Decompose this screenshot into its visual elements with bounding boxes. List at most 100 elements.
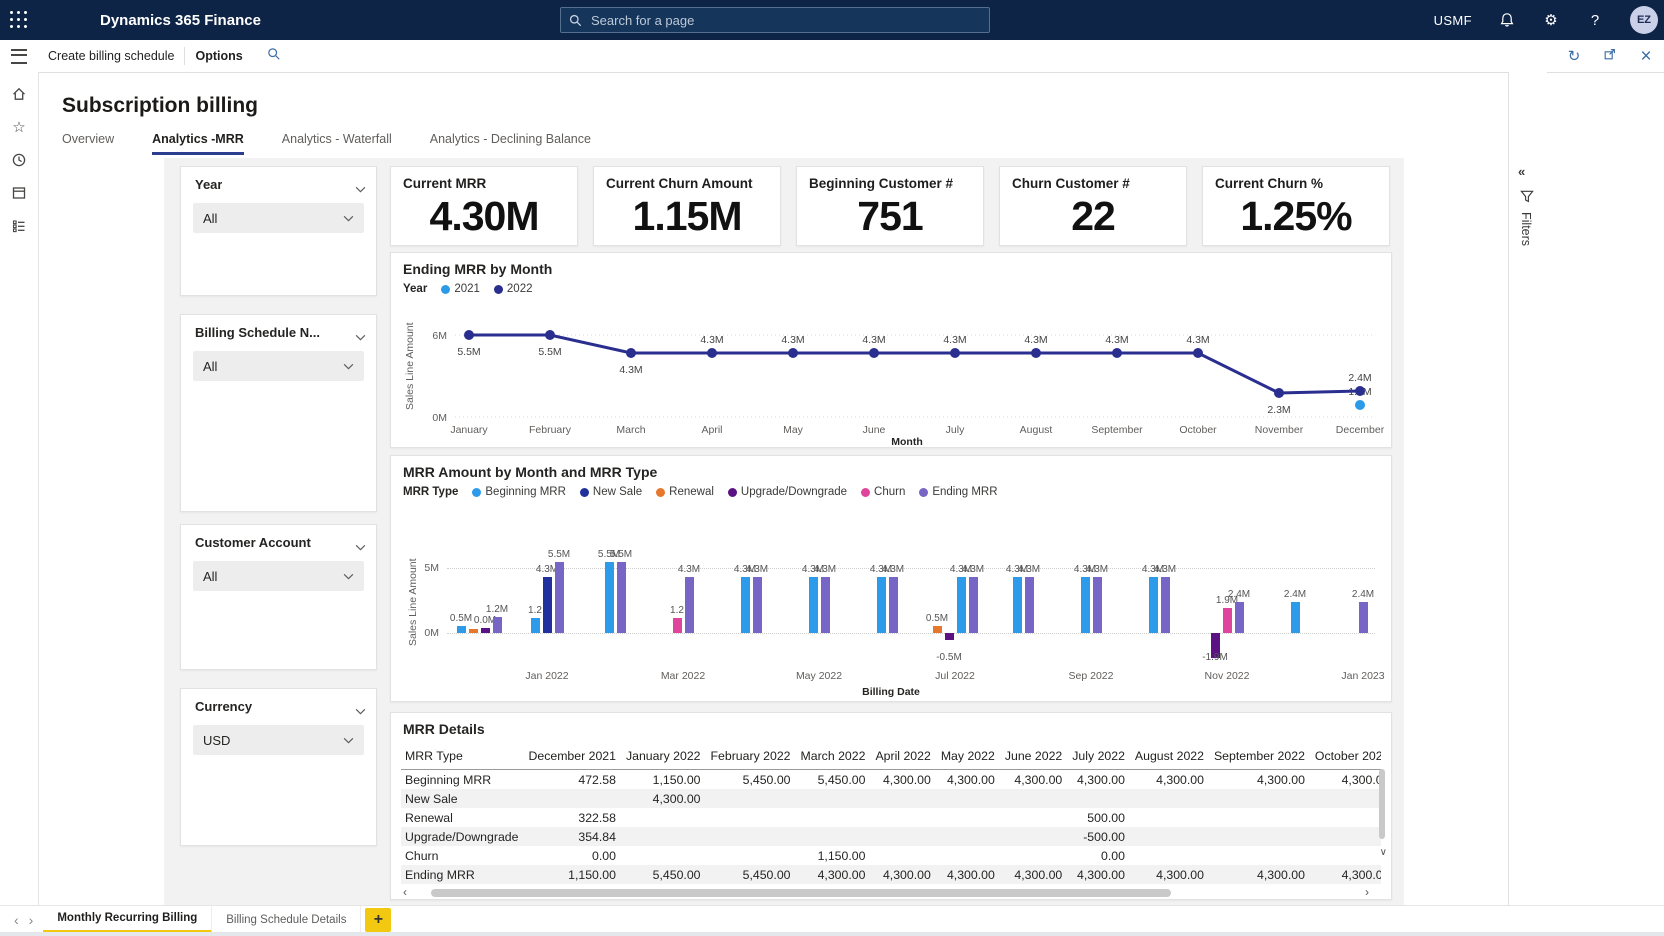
bar-ending-sep-2022[interactable] [1093,577,1102,633]
table-row-ending-mrr[interactable]: Ending MRR1,150.005,450.005,450.004,300.… [401,865,1381,884]
column-header-june-2022[interactable]: June 2022 [1005,745,1072,770]
filter-funnel-icon[interactable] [1520,190,1534,208]
bar-new_sale-jan-2022[interactable] [543,577,552,633]
table-row-upgrade-downgrade[interactable]: Upgrade/Downgrade354.84-500.00 [401,827,1381,846]
slicer-dropdown-currency[interactable]: USD [193,725,364,755]
add-sheet-button[interactable]: + [365,908,391,932]
bar-beginning-oct-2022[interactable] [1149,577,1158,633]
action-search-icon[interactable] [267,47,281,66]
bar-beginning-jun-2022[interactable] [877,577,886,633]
table-vertical-scrollbar[interactable] [1379,769,1385,839]
table-scroll-left-icon[interactable]: ‹ [403,885,407,899]
refresh-icon[interactable]: ↻ [1564,47,1584,65]
company-selector[interactable]: USMF [1434,13,1472,28]
column-header-february-2022[interactable]: February 2022 [711,745,801,770]
sheet-next-icon[interactable]: › [29,912,34,928]
bar-ending-jan-2022[interactable] [555,562,564,633]
svg-text:May: May [783,424,804,436]
table-row-beginning-mrr[interactable]: Beginning MRR472.581,150.005,450.005,450… [401,770,1381,790]
hamburger-menu-icon[interactable] [0,40,38,72]
bar-beginning-aug-2022[interactable] [1013,577,1022,633]
table-row-churn[interactable]: Churn0.001,150.000.00 [401,846,1381,865]
column-header-july-2022[interactable]: July 2022 [1072,745,1135,770]
bar-beginning-apr-2022[interactable] [741,577,750,633]
bar-ending-nov-2022[interactable] [1235,602,1244,633]
bar-beginning-sep-2022[interactable] [1081,577,1090,633]
search-input[interactable] [589,12,981,29]
table-row-new-sale[interactable]: New Sale4,300.00 [401,789,1381,808]
chevron-down-icon[interactable] [355,702,366,720]
table-horizontal-scrollbar[interactable] [431,889,1171,897]
column-header-august-2022[interactable]: August 2022 [1135,745,1214,770]
bar-renewal-dec-2021[interactable] [469,629,478,633]
options-menu[interactable]: Options [185,49,252,63]
bar-ending-dec-2021[interactable] [493,617,502,633]
bar-beginning-dec-2021[interactable] [457,626,466,633]
table-row-renewal[interactable]: Renewal322.58500.00 [401,808,1381,827]
chevron-down-icon[interactable] [355,180,366,198]
bar-ending-feb-2022[interactable] [617,562,626,633]
sheet-prev-icon[interactable]: ‹ [14,912,19,928]
line-chart-title: Ending MRR by Month [403,261,552,277]
nav-rail-recent-icon[interactable] [0,144,38,176]
bar-beginning-feb-2022[interactable] [605,562,614,633]
app-launcher-waffle-icon[interactable] [0,0,38,40]
column-header-march-2022[interactable]: March 2022 [801,745,876,770]
bar-beginning-dec-2022[interactable] [1291,602,1300,633]
column-header-october-2022[interactable]: October 2022 [1315,745,1381,770]
bar-ending-apr-2022[interactable] [753,577,762,633]
bar-upgrade-dec-2021[interactable] [481,628,490,633]
close-icon[interactable]: × [1636,47,1656,66]
bar-ending-may-2022[interactable] [821,577,830,633]
bar-renewal-jul-2022[interactable] [933,626,942,633]
svg-text:4.3M: 4.3M [781,334,804,346]
bar-ending-jun-2022[interactable] [889,577,898,633]
bar-churn-mar-2022[interactable] [673,618,682,633]
open-in-new-window-icon[interactable] [1600,47,1620,65]
column-header-january-2022[interactable]: January 2022 [626,745,711,770]
bar-ending-mar-2022[interactable] [685,577,694,633]
bar-ending-aug-2022[interactable] [1025,577,1034,633]
svg-text:2.4M: 2.4M [1348,372,1371,384]
bar-ending-jan-2023[interactable] [1359,602,1368,633]
create-billing-schedule-button[interactable]: Create billing schedule [38,49,184,63]
slicer-dropdown-customer-account[interactable]: All [193,561,364,591]
kpi-card-current-churn-amount: Current Churn Amount1.15M [593,166,781,246]
column-header-may-2022[interactable]: May 2022 [941,745,1005,770]
global-search-box[interactable] [560,7,990,33]
slicer-dropdown-year[interactable]: All [193,203,364,233]
bar-beginning-jul-2022[interactable] [957,577,966,633]
chevron-down-icon[interactable] [355,538,366,556]
notifications-bell-icon[interactable] [1498,11,1516,29]
bar-beginning-jan-2022[interactable] [531,618,540,633]
tab-overview[interactable]: Overview [62,132,114,155]
column-header-mrr-type[interactable]: MRR Type [401,745,528,770]
nav-rail-favorites-icon[interactable]: ☆ [0,111,38,143]
help-icon[interactable]: ? [1586,11,1604,29]
tab-analytics-mrr[interactable]: Analytics -MRR [152,132,244,155]
sheet-tab-billing-schedule-details[interactable]: Billing Schedule Details [212,906,361,933]
bar-ending-jul-2022[interactable] [969,577,978,633]
bar-upgrade-jul-2022[interactable] [945,633,954,640]
slicer-dropdown-billing-schedule-n[interactable]: All [193,351,364,381]
settings-gear-icon[interactable]: ⚙ [1542,11,1560,29]
sheet-nav-arrows: ‹ › [0,906,43,933]
column-header-december-2021[interactable]: December 2021 [528,745,626,770]
user-avatar[interactable]: EZ [1630,6,1658,34]
table-scroll-down-icon[interactable]: ∨ [1380,847,1387,858]
bar-beginning-may-2022[interactable] [809,577,818,633]
tab-analytics-waterfall[interactable]: Analytics - Waterfall [282,132,392,155]
sheet-tab-monthly-recurring-billing[interactable]: Monthly Recurring Billing [43,906,212,933]
tab-analytics-declining-balance[interactable]: Analytics - Declining Balance [430,132,591,155]
nav-rail-home-icon[interactable] [0,78,38,110]
table-scroll-right-icon[interactable]: › [1365,885,1369,899]
nav-rail-workspaces-icon[interactable] [0,177,38,209]
column-header-september-2022[interactable]: September 2022 [1214,745,1315,770]
column-header-april-2022[interactable]: April 2022 [875,745,940,770]
collapse-filters-icon[interactable]: « [1518,164,1525,179]
chevron-down-icon[interactable] [355,328,366,346]
bar-ending-oct-2022[interactable] [1161,577,1170,633]
gridline-0m [447,633,1375,634]
bar-churn-nov-2022[interactable] [1223,608,1232,633]
nav-rail-modules-icon[interactable] [0,210,38,242]
